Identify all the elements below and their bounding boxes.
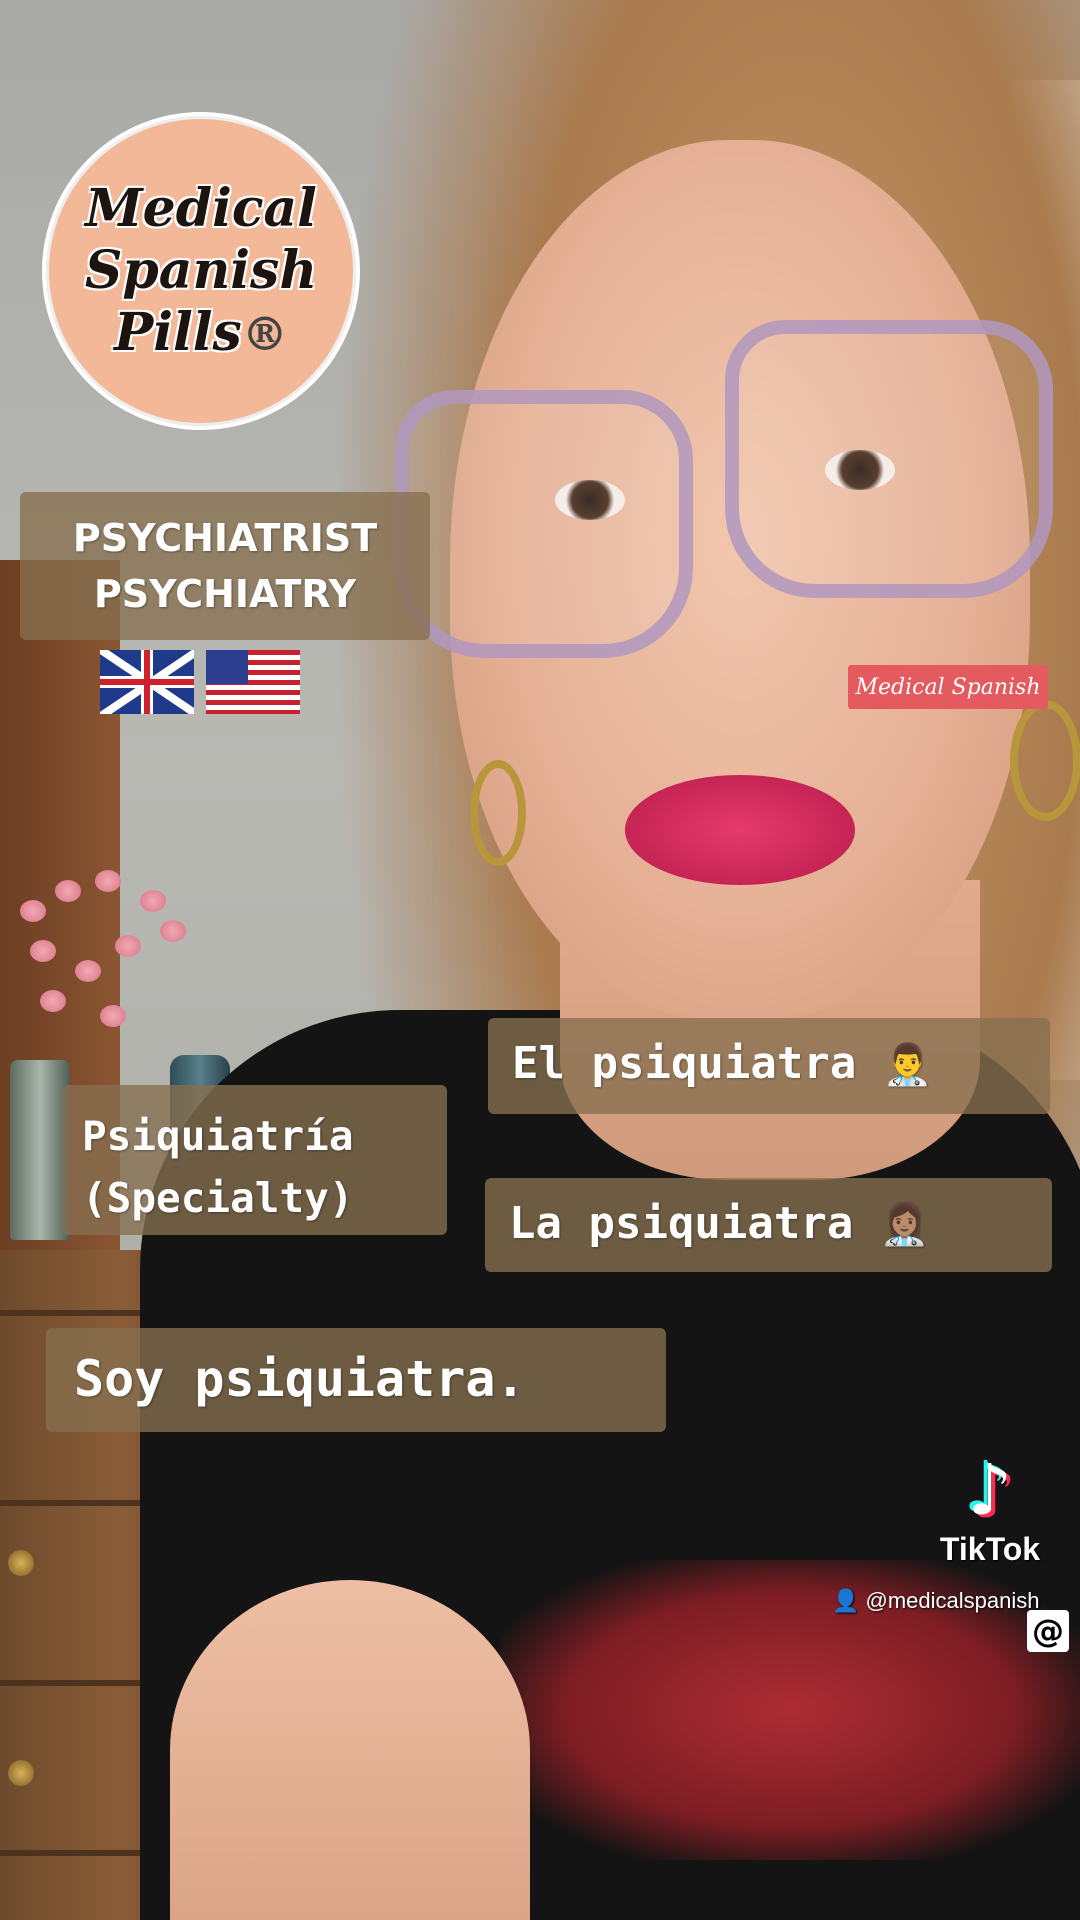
registered-mark: ® — [241, 306, 288, 361]
uk-flag-icon — [100, 650, 194, 714]
left-earring — [470, 760, 526, 866]
english-terms-caption: PSYCHIATRIST PSYCHIATRY — [20, 492, 430, 640]
tiktok-watermark: ♪ TikTok — [930, 1455, 1050, 1568]
at-icon: @ — [1027, 1610, 1069, 1652]
tiktok-handle: 👤 @medicalspanish — [832, 1588, 1040, 1614]
female-doctor-icon: 👩🏽‍⚕️ — [879, 1202, 930, 1248]
right-earring — [1010, 700, 1080, 821]
user-icon: 👤 — [832, 1588, 866, 1613]
caption-la-psiquiatra: La psiquiatra — [509, 1198, 854, 1249]
person-arm — [170, 1580, 530, 1920]
medical-spanish-pills-logo: Medical Spanish Pills® — [42, 112, 360, 430]
caption-psychiatrist: PSYCHIATRIST — [72, 516, 378, 560]
logo-line-3: Pills® — [114, 302, 288, 365]
logo-line-2: Spanish — [84, 239, 318, 301]
specialty-caption: Psiquiatría (Specialty) — [62, 1085, 447, 1235]
caption-el-psiquiatra: El psiquiatra — [512, 1038, 857, 1089]
logo-line-1: Medical — [85, 177, 317, 239]
male-doctor-icon: 👨‍⚕️ — [882, 1042, 933, 1088]
us-flag-icon — [206, 650, 300, 714]
female-term-caption: La psiquiatra 👩🏽‍⚕️ — [485, 1178, 1052, 1272]
caption-specialty: (Specialty) — [82, 1174, 354, 1222]
tiktok-handle-text: @medicalspanish — [865, 1588, 1040, 1613]
glasses — [395, 320, 1053, 658]
caption-psiquiatria: Psiquiatría — [82, 1112, 354, 1160]
medical-spanish-badge: Medical Spanish — [848, 665, 1048, 709]
sentence-caption: Soy psiquiatra. — [46, 1328, 666, 1432]
language-flags — [100, 650, 300, 714]
tiktok-logo-icon: ♪ — [967, 1449, 1013, 1531]
male-term-caption: El psiquiatra 👨‍⚕️ — [488, 1018, 1050, 1114]
lips — [625, 775, 855, 885]
caption-psychiatry: PSYCHIATRY — [93, 572, 357, 616]
flower-vase — [10, 1060, 70, 1240]
logo-pills-text: Pills — [114, 301, 242, 363]
tiktok-wordmark: TikTok — [939, 1531, 1041, 1567]
